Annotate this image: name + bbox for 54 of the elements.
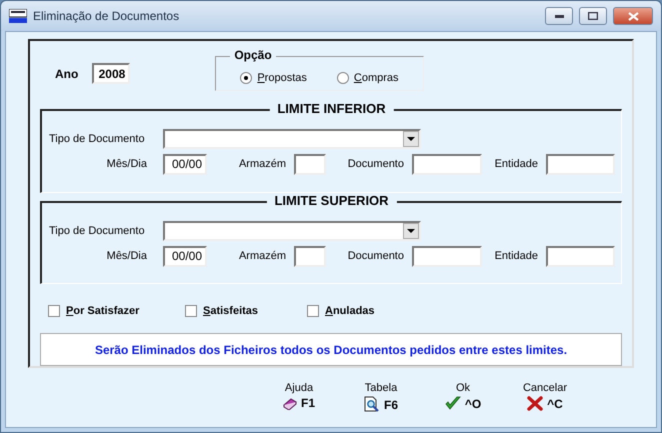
field-label: Mês/Dia xyxy=(106,158,148,170)
radio-label: Compras xyxy=(354,72,399,84)
cancel-button[interactable]: Cancelar ^C xyxy=(504,382,586,413)
checkbox[interactable] xyxy=(185,305,197,318)
help-button[interactable]: Ajuda F1 xyxy=(258,382,340,413)
field-label: Mês/Dia xyxy=(106,250,148,262)
radio-label: Propostas xyxy=(257,72,307,84)
field-label: Armazém xyxy=(238,158,287,170)
window-title: Eliminação de Documentos xyxy=(33,9,180,23)
input-field[interactable]: 00/00 xyxy=(163,246,207,266)
book-icon xyxy=(282,396,297,410)
field-label: Documento xyxy=(346,158,405,170)
group-title: LIMITE INFERIOR xyxy=(269,100,394,116)
document-type-dropdown[interactable] xyxy=(163,220,421,240)
ok-button[interactable]: Ok ^O xyxy=(422,382,504,413)
input-field[interactable]: 00/00 xyxy=(163,154,207,175)
field-label: Entidade xyxy=(494,158,539,170)
group-title: LIMITE SUPERIOR xyxy=(266,192,397,208)
table-button[interactable]: Tabela F6 xyxy=(340,382,422,413)
radio-option[interactable]: Compras xyxy=(336,72,399,84)
input-field[interactable] xyxy=(294,154,326,175)
magnifier-page-icon xyxy=(364,396,380,413)
field-label: Tipo de Documento xyxy=(49,132,146,145)
field-label: Armazém xyxy=(238,250,287,262)
year-field[interactable]: 2008 xyxy=(92,63,130,84)
field-label: Entidade xyxy=(494,250,539,262)
document-type-dropdown[interactable] xyxy=(163,128,421,149)
maximize-button[interactable] xyxy=(579,7,607,25)
input-field[interactable] xyxy=(294,246,326,266)
input-field[interactable] xyxy=(412,246,482,266)
option-legend: Opção xyxy=(230,48,276,62)
input-field[interactable] xyxy=(412,154,482,175)
checkbox[interactable] xyxy=(307,305,319,318)
checkmark-icon xyxy=(444,396,461,411)
minimize-icon[interactable] xyxy=(554,14,564,18)
info-message: Serão Eliminados dos Ficheiros todos os Documentos pedidos entre estes limites. xyxy=(40,333,622,366)
input-field[interactable] xyxy=(546,154,615,175)
checkbox[interactable] xyxy=(48,305,60,318)
cross-icon xyxy=(527,396,544,411)
close-button[interactable] xyxy=(613,7,653,25)
radio-option[interactable]: Propostas xyxy=(240,72,307,84)
close-icon[interactable] xyxy=(628,12,638,20)
year-label: Ano xyxy=(55,66,78,80)
input-field[interactable] xyxy=(546,246,615,266)
field-label: Tipo de Documento xyxy=(49,224,146,236)
maximize-icon[interactable] xyxy=(588,12,598,20)
checkbox-label: Anuladas xyxy=(325,305,375,318)
radio-icon[interactable] xyxy=(336,72,349,84)
radio-icon[interactable] xyxy=(240,72,252,84)
app-icon xyxy=(9,9,27,23)
checkbox-label: Satisfeitas xyxy=(203,305,258,318)
minimize-button[interactable] xyxy=(545,7,573,25)
field-label: Documento xyxy=(346,250,405,262)
checkbox-label: Por Satisfazer xyxy=(66,305,140,318)
